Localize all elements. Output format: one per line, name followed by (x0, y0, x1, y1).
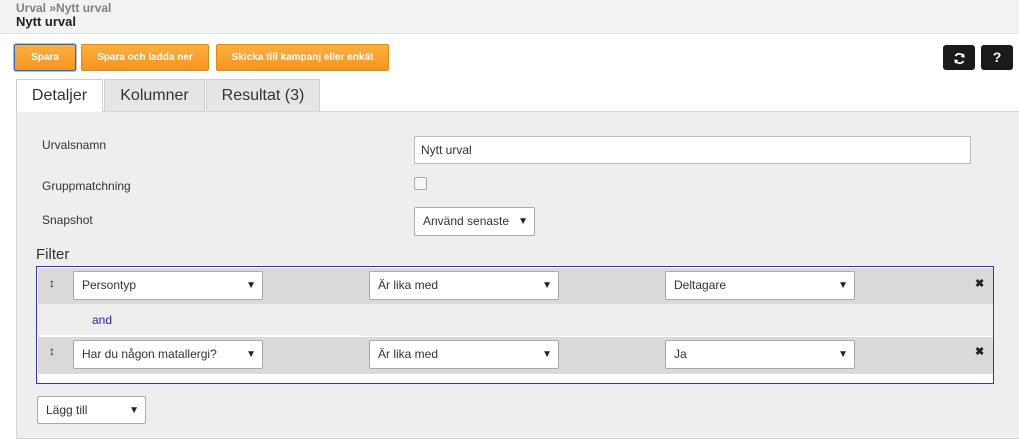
help-button[interactable]: ? (981, 45, 1013, 70)
page-header: Urval »Nytt urval Nytt urval (0, 0, 1019, 34)
filter-connector-and[interactable]: and (92, 313, 112, 327)
dropdown-arrow-icon: ▼ (129, 405, 139, 416)
refresh-icon (953, 52, 965, 64)
page-title: Nytt urval (16, 14, 76, 29)
add-filter-select[interactable]: Lägg till ▼ (37, 396, 146, 424)
filter-row-2-value-select[interactable]: Ja ▼ (665, 340, 855, 369)
filter-row-1-value-select[interactable]: Deltagare ▼ (665, 271, 855, 300)
tab-results[interactable]: Resultat (3) (206, 79, 320, 111)
selection-name-input[interactable]: Nytt urval (414, 136, 971, 164)
drag-handle-icon[interactable]: ↕ (49, 344, 55, 358)
snapshot-label: Snapshot (42, 213, 93, 227)
filter-row-1-operator-select[interactable]: Är lika med ▼ (369, 271, 559, 300)
snapshot-value: Använd senaste (423, 214, 510, 228)
refresh-button[interactable] (943, 45, 975, 70)
dropdown-arrow-icon: ▼ (518, 216, 528, 227)
selection-name-label: Urvalsnamn (42, 138, 107, 152)
connector-divider (37, 335, 363, 336)
dropdown-arrow-icon: ▼ (838, 349, 848, 360)
filter-connector-area (37, 304, 993, 336)
tab-details[interactable]: Detaljer (16, 79, 103, 112)
breadcrumb: Urval »Nytt urval (16, 1, 112, 15)
filter-row-2-operator: Är lika med (378, 347, 439, 361)
dropdown-arrow-icon: ▼ (246, 280, 256, 291)
save-and-download-button[interactable]: Spara och ladda ner (81, 44, 209, 71)
group-matching-label: Gruppmatchning (42, 179, 131, 193)
dropdown-arrow-icon: ▼ (246, 349, 256, 360)
tab-columns[interactable]: Kolumner (104, 79, 205, 111)
drag-handle-icon[interactable]: ↕ (49, 276, 55, 290)
save-button[interactable]: Spara (14, 44, 76, 71)
remove-filter-row-1-icon[interactable]: ✖ (975, 277, 984, 290)
dropdown-arrow-icon: ▼ (838, 280, 848, 291)
dropdown-arrow-icon: ▼ (542, 349, 552, 360)
dropdown-arrow-icon: ▼ (542, 280, 552, 291)
remove-filter-row-2-icon[interactable]: ✖ (975, 345, 984, 358)
snapshot-select[interactable]: Använd senaste ▼ (414, 207, 535, 236)
filter-row-2-operator-select[interactable]: Är lika med ▼ (369, 340, 559, 369)
filter-row-1-value: Deltagare (674, 278, 727, 292)
filter-title: Filter (36, 246, 70, 263)
filter-row-2-value: Ja (674, 347, 687, 361)
filter-row-1-operator: Är lika med (378, 278, 439, 292)
filter-row-1-field-select[interactable]: Persontyp ▼ (73, 271, 263, 300)
filter-row-1-field: Persontyp (82, 278, 137, 292)
add-filter-label: Lägg till (46, 403, 88, 417)
filter-row-2-field-select[interactable]: Har du någon matallergi? ▼ (73, 340, 263, 369)
send-to-campaign-button[interactable]: Skicka till kampanj eller enkät (216, 44, 389, 71)
filter-row-2-field: Har du någon matallergi? (82, 347, 217, 361)
group-matching-checkbox[interactable] (414, 177, 427, 190)
